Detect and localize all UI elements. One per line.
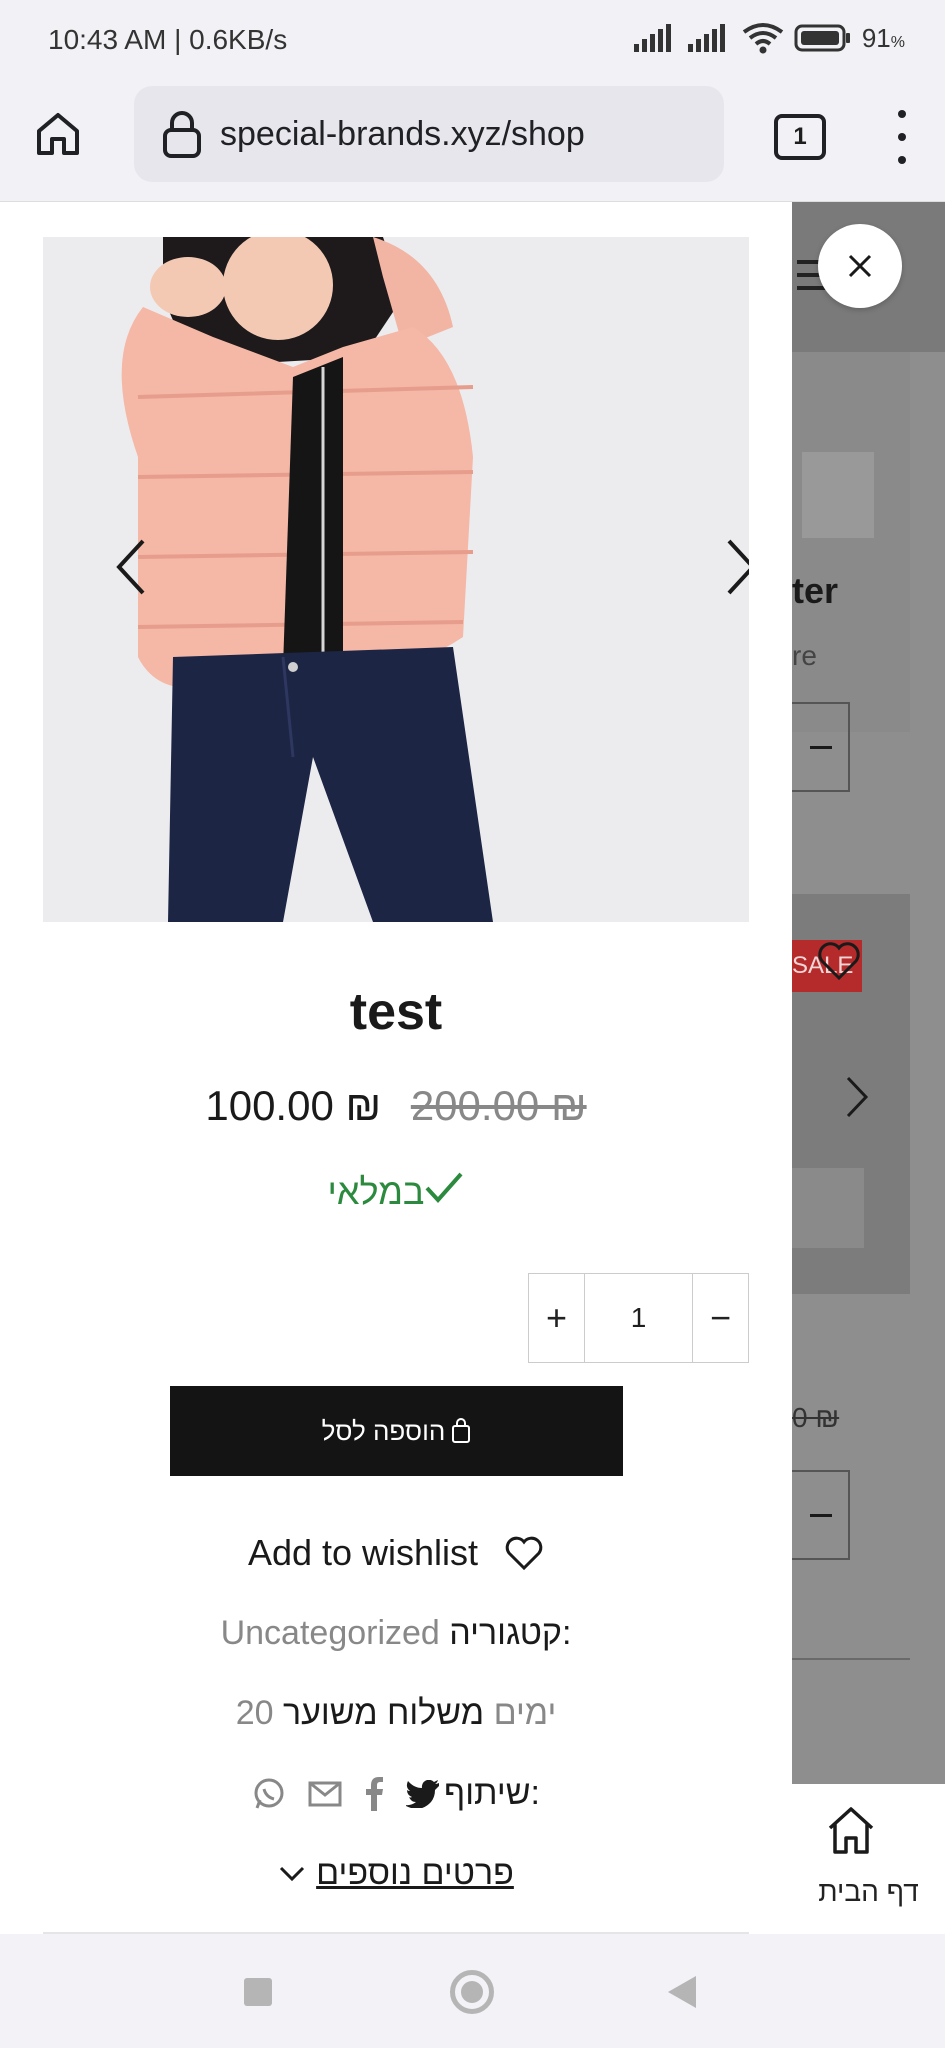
stock-status-text: במלאי [327,1171,425,1212]
whatsapp-icon[interactable] [252,1777,286,1811]
status-time: 10:43 AM | 0.6KB/s [48,24,288,55]
share-label-group: שיתוף: [406,1774,540,1813]
add-to-cart-label: הוספה לסל [321,1415,446,1446]
category-value[interactable]: Uncategorized [221,1614,440,1652]
background-page-overlay: ter re SALE 0 ₪ [792,202,945,1784]
battery-value: 91 [861,22,891,53]
more-details-toggle[interactable]: פרטים נוספים [0,1854,792,1893]
home-icon [828,1807,874,1854]
stock-status: במלאי [0,1170,792,1213]
signal-icon-2 [687,24,725,52]
close-icon [848,254,872,278]
quick-view-panel: test 100.00 ₪ 200.00 ₪ במלאי + 1 − הוספה… [0,202,792,1934]
signal-icon [633,24,671,52]
battery-icon [794,24,850,52]
regular-price: 200.00 ₪ [410,1082,587,1129]
background-price: 0 ₪ [792,1402,840,1433]
recents-button[interactable] [244,1978,272,2006]
check-icon [425,1172,463,1203]
background-qty-box [792,702,850,792]
chevron-right-icon [846,1076,869,1118]
browser-toolbar: special-brands.xyz/shop 1 [0,84,945,202]
back-button[interactable] [668,1976,696,2008]
next-image-arrow[interactable] [723,537,749,597]
url-text: special-brands.xyz/shop [220,114,585,153]
product-title: test [349,983,443,1041]
product-image [43,237,749,922]
category-label: קטגוריה: [449,1614,572,1652]
product-category: Uncategorized קטגוריה: [0,1614,792,1653]
heart-icon [818,942,860,981]
battery-percent: 91% [862,23,905,54]
status-icons: 91% [633,22,905,54]
background-product-title: ter [792,570,839,611]
browser-home-button[interactable] [30,106,86,162]
background-qty-box-2 [792,1470,850,1560]
heart-icon [505,1536,543,1571]
add-to-wishlist-link[interactable]: Add to wishlist [0,1532,792,1574]
increase-quantity-button[interactable]: + [529,1274,584,1362]
background-product-subtitle: re [792,640,817,671]
quantity-input[interactable]: 1 [584,1274,693,1362]
shipping-estimate: 20 ימים משלוח משוער [0,1694,792,1733]
home-nav-button[interactable] [450,1970,494,2014]
sale-price: 100.00 ₪ [205,1082,382,1129]
add-to-cart-button[interactable]: הוספה לסל [170,1386,623,1476]
android-nav-bar [0,1934,945,2048]
tab-switcher-button[interactable]: 1 [774,114,826,160]
prev-image-arrow[interactable] [113,537,149,597]
address-bar[interactable]: special-brands.xyz/shop [134,86,724,182]
email-icon[interactable] [308,1781,342,1807]
twitter-icon[interactable] [406,1779,440,1808]
close-quick-view-button[interactable] [818,224,902,308]
product-price: 100.00 ₪ 200.00 ₪ [0,1082,792,1130]
background-divider [792,1658,910,1660]
screen: 10:43 AM | 0.6KB/s 91% special-brands.xy… [0,0,945,2048]
decrease-quantity-button[interactable]: − [693,1274,748,1362]
home-icon [37,113,79,155]
battery-unit: % [890,33,905,51]
quantity-stepper: + 1 − [528,1273,749,1363]
status-bar: 10:43 AM | 0.6KB/s 91% [0,0,945,84]
background-product-card [792,352,910,732]
share-label: שיתוף: [444,1774,540,1812]
browser-menu-button[interactable] [892,110,912,164]
chevron-down-icon [280,1866,305,1881]
home-nav-label: דף הבית [818,1876,919,1907]
wishlist-label: Add to wishlist [247,1532,479,1573]
facebook-icon[interactable] [364,1776,384,1811]
shipping-label: משלוח משוער [282,1694,485,1732]
wifi-icon [742,23,784,54]
background-image-placeholder [802,452,874,538]
more-details-label: פרטים נוספים [316,1854,514,1892]
shopping-bag-icon [452,1418,471,1443]
bottom-home-nav[interactable]: דף הבית [792,1784,945,1934]
lock-icon [163,111,201,158]
share-row: שיתוף: [0,1774,792,1813]
background-image-placeholder-2 [792,1168,864,1248]
